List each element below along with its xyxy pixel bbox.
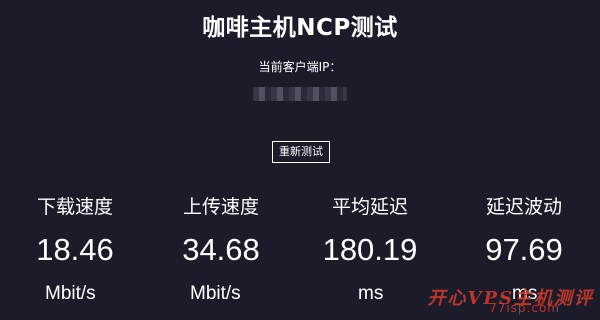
client-ip-value-redacted [253,87,347,101]
metric-label: 下载速度 [36,196,113,218]
metric-value: 34.68 [182,232,260,267]
metric-value: 97.69 [485,232,563,267]
metric-label: 平均延迟 [331,196,408,218]
client-ip-label: 当前客户端IP： [258,60,342,74]
watermark-site: 77isp.com [489,301,560,315]
metric-label: 上传速度 [182,196,259,218]
metric-unit: ms [358,283,384,304]
metric-unit: Mbit/s [45,283,96,304]
metric-value: 18.46 [36,232,114,267]
metric-unit: Mbit/s [190,283,241,304]
retest-button[interactable]: 重新测试 [272,141,330,163]
metric-download-speed: 下载速度 18.46 Mbit/s [5,194,145,304]
metric-label: 延迟波动 [485,196,562,218]
metric-average-latency: 平均延迟 180.19 ms [300,194,440,304]
page-title: 咖啡主机NCP测试 [202,15,398,41]
metric-latency-jitter: 延迟波动 97.69 ms [454,194,594,304]
metric-upload-speed: 上传速度 34.68 Mbit/s [151,194,291,304]
metric-value: 180.19 [322,232,418,267]
